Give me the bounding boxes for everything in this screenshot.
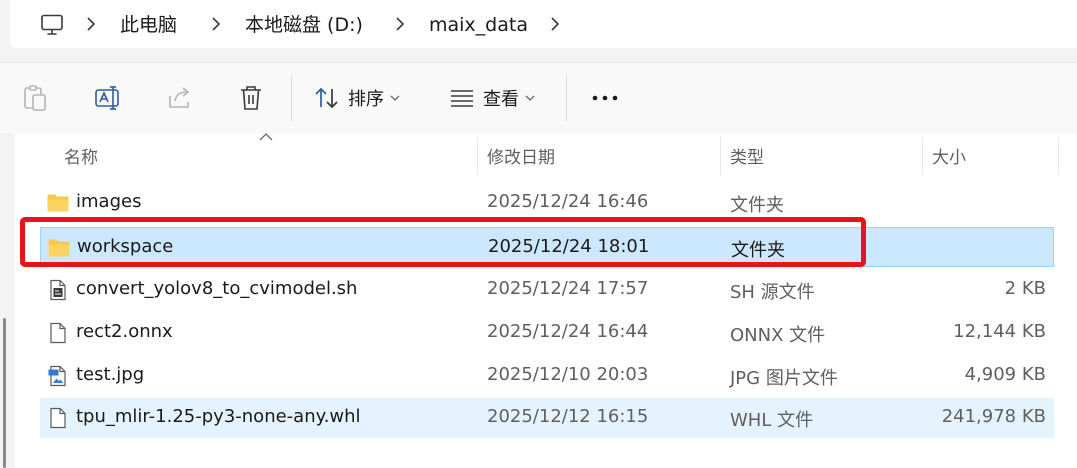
file-row-convert-script[interactable]: convert_yolov8_to_cvimodel.sh 2025/12/24… bbox=[40, 270, 1054, 310]
file-modified: 2025/12/24 18:01 bbox=[488, 236, 650, 257]
chevron-right-icon[interactable] bbox=[85, 15, 97, 33]
more-icon bbox=[592, 95, 618, 101]
file-name: tpu_mlir-1.25-py3-none-any.whl bbox=[76, 406, 361, 427]
rename-icon bbox=[95, 86, 119, 110]
file-modified: 2025/12/10 20:03 bbox=[487, 364, 649, 385]
file-type: SH 源文件 bbox=[730, 282, 815, 303]
more-options-button[interactable] bbox=[592, 63, 618, 133]
column-header-modified[interactable]: 修改日期 bbox=[487, 143, 555, 168]
file-name: rect2.onnx bbox=[76, 321, 173, 342]
computer-icon[interactable] bbox=[40, 14, 64, 36]
column-header-size[interactable]: 大小 bbox=[932, 143, 966, 168]
column-headers: 名称 修改日期 类型 大小 bbox=[15, 133, 1077, 177]
file-row-rect2-onnx[interactable]: rect2.onnx 2025/12/24 16:44 ONNX 文件 12,1… bbox=[40, 313, 1054, 353]
toolbar-divider bbox=[291, 75, 292, 121]
file-list: 名称 修改日期 类型 大小 images 2025/12/24 16:46 文件… bbox=[15, 133, 1077, 468]
toolbar-divider bbox=[566, 75, 567, 121]
column-divider[interactable] bbox=[1058, 137, 1059, 175]
scrollbar-thumb[interactable] bbox=[3, 318, 6, 468]
file-name: test.jpg bbox=[76, 364, 145, 385]
column-divider[interactable] bbox=[477, 137, 478, 175]
address-bar[interactable]: 此电脑 本地磁盘 (D:) maix_data bbox=[10, 0, 1077, 48]
view-label: 查看 bbox=[483, 89, 519, 110]
sort-ascending-icon bbox=[259, 133, 273, 141]
column-divider[interactable] bbox=[922, 137, 923, 175]
image-file-icon bbox=[48, 365, 66, 387]
file-type: 文件夹 bbox=[731, 240, 785, 261]
sort-icon bbox=[315, 87, 338, 109]
breadcrumb-local-disk[interactable]: 本地磁盘 (D:) bbox=[245, 12, 363, 38]
file-type: ONNX 文件 bbox=[730, 325, 826, 346]
file-row-tpu-mlir-whl[interactable]: tpu_mlir-1.25-py3-none-any.whl 2025/12/1… bbox=[40, 398, 1054, 438]
file-icon bbox=[50, 322, 66, 344]
view-button[interactable]: 查看 bbox=[449, 63, 535, 133]
column-header-name[interactable]: 名称 bbox=[64, 143, 98, 168]
file-size: 241,978 KB bbox=[941, 406, 1046, 427]
file-modified: 2025/12/24 17:57 bbox=[487, 278, 649, 299]
chevron-right-icon[interactable] bbox=[549, 15, 561, 33]
paste-button[interactable] bbox=[22, 63, 48, 133]
folder-icon bbox=[47, 194, 69, 212]
file-size: 2 KB bbox=[1004, 278, 1046, 299]
share-button[interactable] bbox=[167, 63, 193, 133]
paste-icon bbox=[24, 85, 46, 111]
column-header-type[interactable]: 类型 bbox=[730, 143, 764, 168]
file-name: workspace bbox=[77, 236, 174, 257]
file-row-test-jpg[interactable]: test.jpg 2025/12/10 20:03 JPG 图片文件 4,909… bbox=[40, 356, 1054, 396]
file-type: WHL 文件 bbox=[730, 410, 814, 431]
file-icon bbox=[50, 407, 66, 429]
sort-button[interactable]: 排序 bbox=[314, 63, 400, 133]
breadcrumb-maix-data[interactable]: maix_data bbox=[429, 12, 528, 38]
file-modified: 2025/12/24 16:46 bbox=[487, 191, 649, 212]
file-row-images[interactable]: images 2025/12/24 16:46 文件夹 bbox=[40, 183, 1054, 223]
view-list-icon bbox=[451, 90, 473, 107]
file-name: convert_yolov8_to_cvimodel.sh bbox=[76, 278, 358, 299]
trash-icon bbox=[241, 86, 261, 110]
column-divider[interactable] bbox=[720, 137, 721, 175]
file-size: 4,909 KB bbox=[964, 364, 1046, 385]
file-modified: 2025/12/24 16:44 bbox=[487, 321, 649, 342]
file-row-workspace[interactable]: workspace 2025/12/24 18:01 文件夹 bbox=[40, 227, 1054, 267]
rename-button[interactable] bbox=[94, 63, 122, 133]
script-file-icon bbox=[50, 279, 66, 301]
sort-label: 排序 bbox=[348, 89, 384, 110]
file-name: images bbox=[76, 191, 142, 212]
chevron-down-icon bbox=[390, 95, 400, 101]
chevron-right-icon[interactable] bbox=[394, 15, 406, 33]
chevron-right-icon[interactable] bbox=[210, 15, 222, 33]
command-bar: 排序 查看 bbox=[0, 62, 1077, 134]
file-type: 文件夹 bbox=[730, 195, 784, 216]
folder-icon bbox=[48, 239, 70, 257]
file-size: 12,144 KB bbox=[953, 321, 1046, 342]
breadcrumb-this-pc[interactable]: 此电脑 bbox=[120, 12, 177, 38]
file-modified: 2025/12/12 16:15 bbox=[487, 406, 649, 427]
delete-button[interactable] bbox=[238, 63, 264, 133]
chevron-down-icon bbox=[525, 95, 535, 101]
share-icon bbox=[169, 87, 190, 108]
file-type: JPG 图片文件 bbox=[730, 368, 838, 389]
